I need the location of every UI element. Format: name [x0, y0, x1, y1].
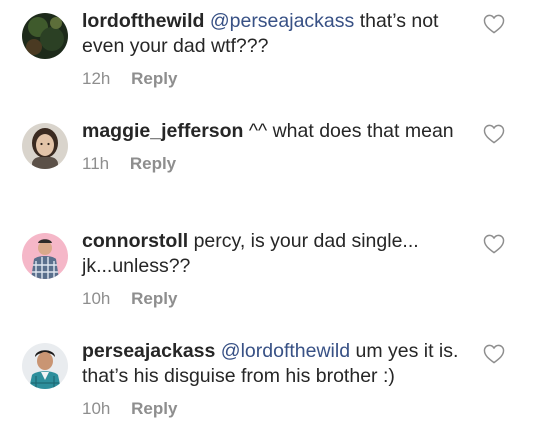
avatar-woman-portrait-image — [22, 123, 68, 169]
comment-message: ^^ what does that mean — [243, 120, 454, 142]
avatar[interactable] — [22, 13, 68, 59]
comment-username[interactable]: connorstoll — [82, 230, 188, 252]
reply-button[interactable]: Reply — [131, 399, 177, 418]
comment-meta: 10h Reply — [82, 288, 470, 310]
comment-timestamp: 10h — [82, 289, 111, 308]
reply-button[interactable]: Reply — [131, 289, 177, 308]
comment-timestamp: 11h — [82, 154, 110, 173]
comment-timestamp: 12h — [82, 69, 111, 88]
reply-button[interactable]: Reply — [130, 154, 176, 173]
comment-body: maggie_jefferson ^^ what does that mean … — [82, 119, 470, 175]
comment-mention[interactable]: @perseajackass — [210, 10, 354, 32]
comment-username[interactable]: perseajackass — [82, 340, 215, 362]
comment-body: lordofthewild @perseajackass that’s not … — [82, 9, 470, 90]
comment-text: connorstoll percy, is your dad single...… — [82, 229, 470, 279]
comment-body: connorstoll percy, is your dad single...… — [82, 229, 470, 310]
avatar-dark-green-image — [22, 13, 68, 59]
comment-username[interactable]: maggie_jefferson — [82, 120, 243, 142]
avatar[interactable] — [22, 123, 68, 169]
comment-text: maggie_jefferson ^^ what does that mean — [82, 119, 470, 144]
comment-meta: 12h Reply — [82, 68, 470, 90]
comment-meta: 10h Reply — [82, 398, 470, 420]
comment-username[interactable]: lordofthewild — [82, 10, 204, 32]
comment-meta: 11h Reply — [82, 153, 470, 175]
avatar-pink-plaid-image — [22, 233, 68, 279]
avatar-man-teal-image — [22, 343, 68, 389]
reply-button[interactable]: Reply — [131, 69, 177, 88]
heart-outline-icon[interactable] — [483, 344, 505, 364]
comment-text: perseajackass @lordofthewild um yes it i… — [82, 339, 470, 389]
heart-outline-icon[interactable] — [483, 234, 505, 254]
avatar[interactable] — [22, 343, 68, 389]
comment-timestamp: 10h — [82, 399, 111, 418]
comment-body: perseajackass @lordofthewild um yes it i… — [82, 339, 470, 420]
comment-mention[interactable]: @lordofthewild — [221, 340, 350, 362]
avatar[interactable] — [22, 233, 68, 279]
heart-outline-icon[interactable] — [483, 14, 505, 34]
comment-text: lordofthewild @perseajackass that’s not … — [82, 9, 470, 59]
heart-outline-icon[interactable] — [483, 124, 505, 144]
